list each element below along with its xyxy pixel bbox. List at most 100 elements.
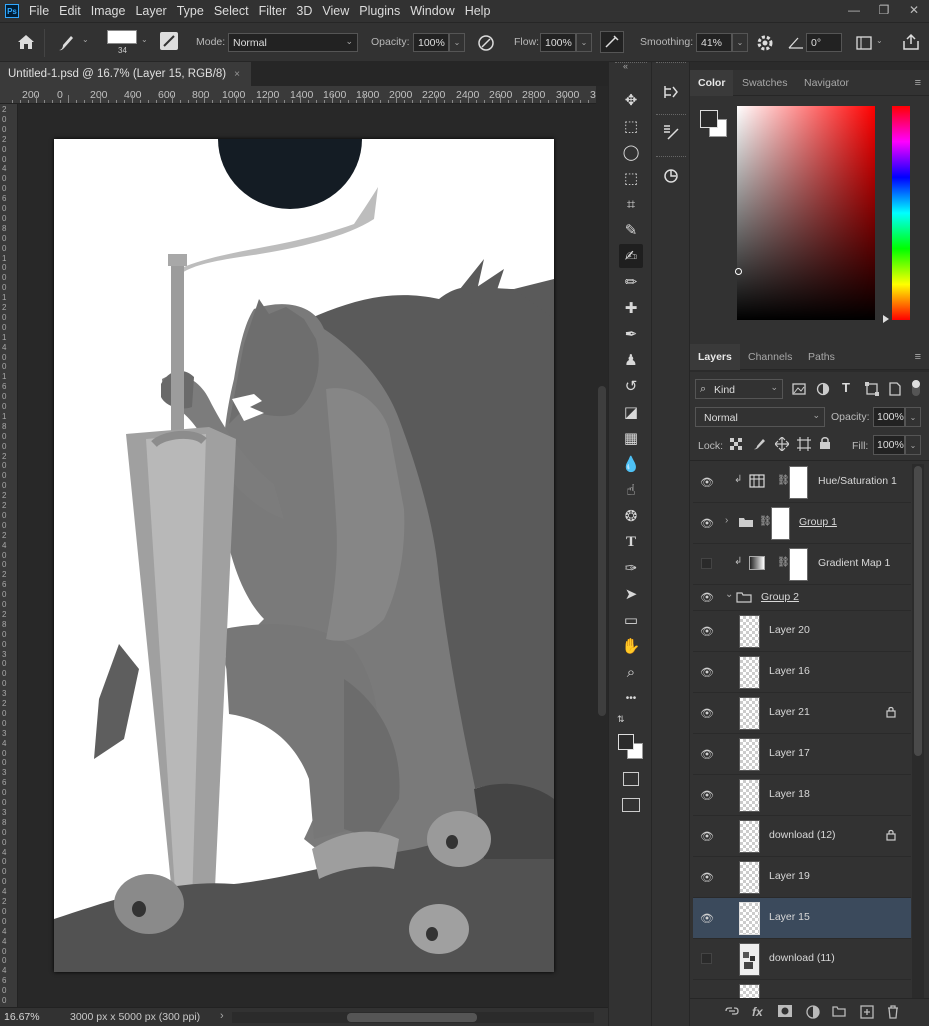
symmetry-icon[interactable] xyxy=(856,35,872,51)
layer-name[interactable]: download (12) xyxy=(769,829,836,841)
brush-tip-preview[interactable] xyxy=(107,30,137,44)
share-icon[interactable] xyxy=(902,33,920,51)
menu-plugins[interactable]: Plugins xyxy=(359,4,400,18)
screen-mode-icon[interactable] xyxy=(622,798,640,812)
more-tools-icon[interactable]: ••• xyxy=(619,686,643,710)
mixer-brush-tool-icon[interactable]: ✒ xyxy=(619,322,643,346)
chevron-down-icon[interactable]: ⌄ xyxy=(141,35,148,44)
filter-type-icon[interactable]: T xyxy=(842,380,850,395)
chain-link-icon[interactable]: ⛓ xyxy=(759,516,772,527)
foreground-color-swatch[interactable] xyxy=(700,110,718,128)
smudge-tool-icon[interactable]: ☝ xyxy=(619,478,643,502)
layer-thumbnail[interactable] xyxy=(739,779,760,812)
brush-preset-icon[interactable] xyxy=(56,33,76,53)
canvas-area[interactable] xyxy=(18,104,596,1007)
layer-row[interactable]: 👁 Layer 17 xyxy=(693,734,911,775)
close-window-button[interactable]: ✕ xyxy=(899,0,929,20)
zoom-level[interactable]: 16.67% xyxy=(4,1011,40,1023)
chain-link-icon[interactable]: ⛓ xyxy=(777,557,790,568)
layer-row[interactable]: 👁 Layer 18 xyxy=(693,775,911,816)
panel-grip[interactable] xyxy=(615,62,647,65)
panel-grip[interactable] xyxy=(656,156,686,159)
opacity-dropdown[interactable]: ⌄ xyxy=(449,33,465,52)
layer-row[interactable]: 👁 Layer 19 xyxy=(693,857,911,898)
tab-color[interactable]: Color xyxy=(690,70,734,96)
menu-select[interactable]: Select xyxy=(214,4,249,18)
blur-tool-icon[interactable]: 💧 xyxy=(619,452,643,476)
layer-row[interactable]: ↲ ⛓ Gradient Map 1 xyxy=(693,544,911,585)
filter-smart-object-icon[interactable] xyxy=(889,382,901,396)
filter-adjustment-icon[interactable] xyxy=(816,382,830,396)
layer-name[interactable]: Group 1 xyxy=(799,516,837,528)
menu-view[interactable]: View xyxy=(322,4,349,18)
chevron-down-icon[interactable]: ⌄ xyxy=(725,589,733,600)
layer-row[interactable]: 👁 ⌄ Group 2 xyxy=(693,585,911,611)
layer-opacity-input[interactable]: 100% xyxy=(873,407,905,427)
history-brush-tool-icon[interactable]: ↺ xyxy=(619,374,643,398)
flow-dropdown[interactable]: ⌄ xyxy=(576,33,592,52)
layer-name[interactable]: Layer 20 xyxy=(769,624,810,636)
layer-thumbnail[interactable] xyxy=(739,902,760,935)
layer-mask-thumbnail[interactable] xyxy=(789,466,808,499)
fill-input[interactable]: 100% xyxy=(873,435,905,455)
tab-swatches[interactable]: Swatches xyxy=(742,70,788,96)
lock-transparent-icon[interactable] xyxy=(730,438,742,450)
layer-mask-thumbnail[interactable] xyxy=(789,548,808,581)
scrollbar-thumb[interactable] xyxy=(914,466,922,756)
menu-layer[interactable]: Layer xyxy=(135,4,166,18)
eye-icon[interactable]: 👁 xyxy=(700,707,714,720)
flow-input[interactable]: 100% xyxy=(540,33,576,52)
layer-name[interactable]: Layer 18 xyxy=(769,788,810,800)
menu-help[interactable]: Help xyxy=(465,4,491,18)
layer-row-selected[interactable]: 👁 Layer 15 xyxy=(693,898,911,939)
panel-grip[interactable] xyxy=(656,62,686,65)
trash-icon[interactable] xyxy=(887,1005,899,1019)
menu-filter[interactable]: Filter xyxy=(259,4,287,18)
layer-name[interactable]: Layer 15 xyxy=(769,911,810,923)
zoom-tool-icon[interactable]: ⌕ xyxy=(619,660,643,684)
lasso-tool-icon[interactable]: ◯ xyxy=(619,140,643,164)
new-group-icon[interactable] xyxy=(832,1005,846,1017)
type-tool-icon[interactable]: T xyxy=(619,530,643,554)
pencil-tool-icon[interactable]: ✏ xyxy=(619,270,643,294)
layer-name[interactable]: download (11) xyxy=(769,952,835,964)
lock-artboard-icon[interactable] xyxy=(797,437,811,451)
eye-icon[interactable]: 👁 xyxy=(700,517,714,530)
gear-icon[interactable] xyxy=(756,34,774,52)
hue-slider[interactable] xyxy=(892,106,910,320)
layer-filter-select[interactable]: ⌕ Kind ⌄ xyxy=(695,379,783,399)
layer-row[interactable]: 👁 ↲ ⛓ Hue/Saturation 1 xyxy=(693,462,911,503)
layer-row[interactable]: 👁 Layer 20 xyxy=(693,611,911,652)
opacity-input[interactable]: 100% xyxy=(413,33,449,52)
minimize-button[interactable]: — xyxy=(839,0,869,20)
brush-settings-icon[interactable] xyxy=(160,32,178,50)
layer-mask-thumbnail[interactable] xyxy=(771,507,790,540)
tab-paths[interactable]: Paths xyxy=(808,344,835,370)
fx-icon[interactable]: fx xyxy=(752,1005,763,1019)
history-panel-icon[interactable] xyxy=(659,80,683,104)
chain-link-icon[interactable]: ⛓ xyxy=(777,475,790,486)
chevron-right-icon[interactable]: › xyxy=(725,515,728,526)
layer-name[interactable]: Layer 17 xyxy=(769,747,810,759)
layers-scrollbar[interactable] xyxy=(912,464,924,1004)
airbrush-toggle[interactable] xyxy=(600,31,624,53)
path-select-tool-icon[interactable]: ➤ xyxy=(619,582,643,606)
move-tool-icon[interactable]: ✥ xyxy=(619,88,643,112)
layer-thumbnail[interactable] xyxy=(739,820,760,853)
sponge-tool-icon[interactable]: ❂ xyxy=(619,504,643,528)
quick-mask-icon[interactable] xyxy=(623,772,639,786)
visibility-off-box[interactable] xyxy=(701,953,712,964)
fill-dropdown[interactable]: ⌄ xyxy=(905,435,921,455)
mode-select[interactable]: Normal ⌄ xyxy=(228,33,358,52)
chevron-down-icon[interactable]: ⌄ xyxy=(876,36,883,45)
chevron-down-icon[interactable]: ⌄ xyxy=(82,35,89,44)
document-tab[interactable]: Untitled-1.psd @ 16.7% (Layer 15, RGB/8)… xyxy=(0,62,252,86)
layer-thumbnail[interactable] xyxy=(739,861,760,894)
eye-icon[interactable]: 👁 xyxy=(700,748,714,761)
scrollbar-thumb[interactable] xyxy=(598,386,606,716)
eraser-tool-icon[interactable]: ◪ xyxy=(619,400,643,424)
object-select-tool-icon[interactable]: ⬚ xyxy=(619,166,643,190)
color-picker-marker[interactable] xyxy=(735,268,742,275)
layer-thumbnail[interactable] xyxy=(739,943,760,976)
eye-icon[interactable]: 👁 xyxy=(700,625,714,638)
